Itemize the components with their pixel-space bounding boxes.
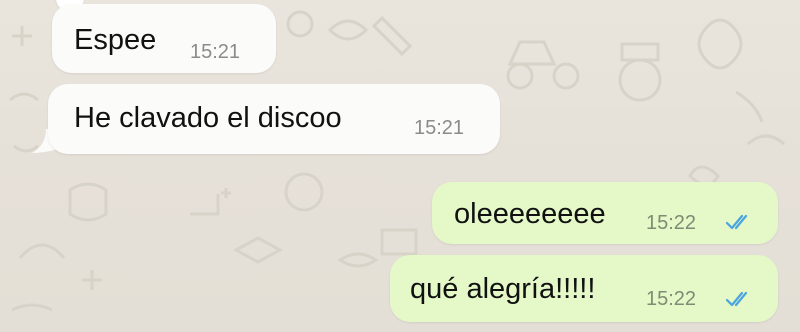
- message-bubble-outgoing[interactable]: oleeeeeeee 15:22: [432, 182, 778, 244]
- message-text: qué alegría!!!!!: [410, 273, 596, 305]
- message-text: Espee: [74, 24, 157, 56]
- message-time: 15:22: [646, 212, 697, 234]
- message-bubble-outgoing[interactable]: qué alegría!!!!! 15:22: [390, 255, 778, 322]
- message-bubble-incoming[interactable]: Espee 15:21: [52, 4, 276, 73]
- message-time: 15:21: [414, 117, 465, 139]
- double-check-icon: [725, 291, 748, 307]
- message-bubble-incoming[interactable]: He clavado el discoo 15:21: [48, 84, 500, 154]
- message-text: oleeeeeeee: [454, 198, 606, 230]
- double-check-icon: [725, 214, 748, 230]
- message-text: He clavado el discoo: [74, 102, 342, 134]
- message-time: 15:21: [190, 41, 241, 63]
- message-time: 15:22: [646, 288, 697, 310]
